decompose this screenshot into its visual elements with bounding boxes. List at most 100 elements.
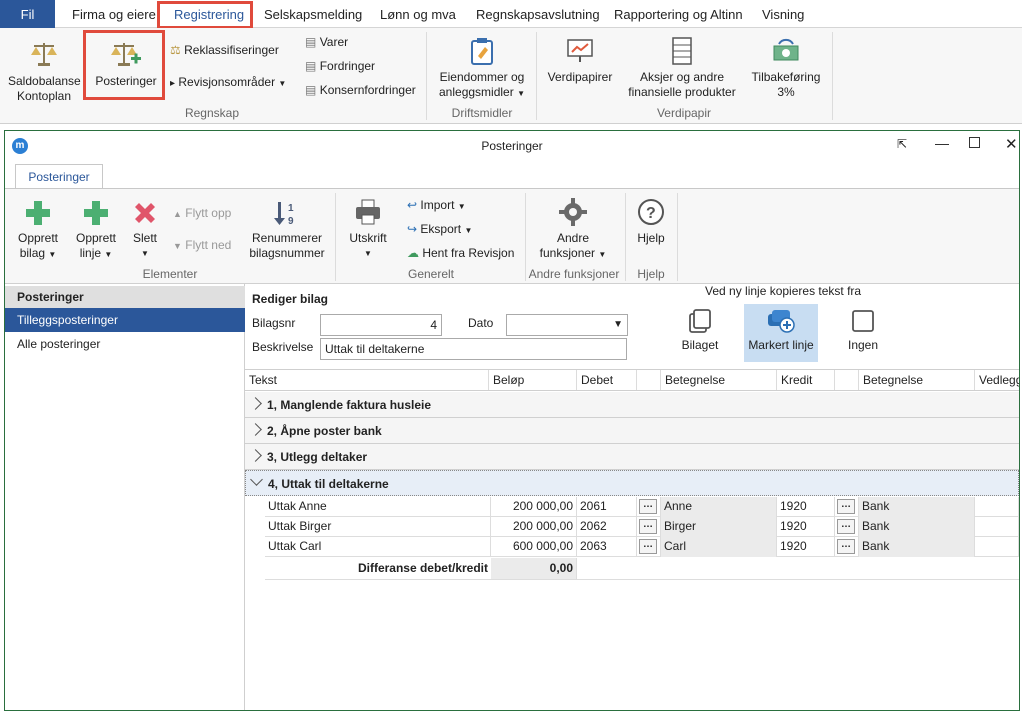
pin-icon[interactable]: ⇱ (897, 137, 907, 151)
utskrift-button[interactable]: Utskrift ▼ (343, 197, 393, 261)
chevron-down-icon[interactable] (250, 473, 263, 486)
nav-item-alle-posteringer[interactable]: Alle posteringer (5, 332, 245, 356)
tab-registrering[interactable]: Registrering (174, 0, 244, 28)
debet-betegnelse-cell[interactable]: Birger (661, 517, 777, 537)
ellipsis-icon[interactable]: … (639, 539, 657, 554)
bilagsnr-input[interactable]: 4 (320, 314, 442, 336)
kredit-lookup-cell[interactable]: … (835, 537, 859, 557)
empty-square-icon (852, 310, 874, 332)
ellipsis-icon[interactable]: … (639, 519, 657, 534)
tab-visning[interactable]: Visning (762, 0, 804, 28)
column-header-debet-betegnelse[interactable]: Betegnelse (661, 370, 777, 390)
ellipsis-icon[interactable]: … (837, 539, 855, 554)
flytt-ned-button[interactable]: ▼ Flytt ned (173, 237, 231, 254)
konsernfordringer-button[interactable]: ▤ Konsernfordringer (305, 82, 416, 98)
column-header-debet[interactable]: Debet (577, 370, 637, 390)
chevron-right-icon[interactable] (249, 449, 262, 462)
ellipsis-icon[interactable]: … (837, 499, 855, 514)
varer-button[interactable]: ▤ Varer (305, 34, 348, 50)
eiendommer-button[interactable]: Eiendommer og anleggsmidler ▼ (432, 36, 532, 101)
andre-funksjoner-button[interactable]: Andre funksjoner ▼ (535, 197, 611, 262)
column-header-vedlegg[interactable]: Vedlegg (975, 370, 1019, 390)
debet-cell[interactable]: 2062 (577, 517, 637, 537)
tab-firma-og-eiere[interactable]: Firma og eiere (72, 0, 156, 28)
ellipsis-icon[interactable]: … (639, 499, 657, 514)
saldobalanse-button[interactable]: Saldobalanse Kontoplan (8, 38, 81, 104)
kredit-lookup-cell[interactable]: … (835, 517, 859, 537)
opprett-bilag-button[interactable]: Opprett bilag ▼ (11, 199, 65, 262)
tab-rapportering-og-altinn[interactable]: Rapportering og Altinn (614, 0, 743, 28)
posteringer-button[interactable]: Posteringer (90, 38, 162, 89)
kredit-lookup-cell[interactable]: … (835, 497, 859, 517)
tab-selskapsmelding[interactable]: Selskapsmelding (264, 0, 362, 28)
group-row[interactable]: 1, Manglende faktura husleie (245, 392, 1019, 418)
import-button[interactable]: ↩ Import ▼ (407, 197, 466, 215)
kredit-cell[interactable]: 1920 (777, 537, 835, 557)
arrow-up-icon: ▲ (173, 209, 182, 219)
tab-regnskapsavslutning[interactable]: Regnskapsavslutning (476, 0, 600, 28)
copy-option-bilaget[interactable]: Bilaget (676, 304, 724, 362)
hent-fra-revisjon-button[interactable]: ☁ Hent fra Revisjon (407, 245, 514, 261)
maximize-icon[interactable] (969, 137, 980, 148)
ellipsis-icon[interactable]: … (837, 519, 855, 534)
vedlegg-cell[interactable] (975, 517, 1019, 537)
opprett-linje-button[interactable]: Opprett linje ▼ (69, 199, 123, 262)
kredit-cell[interactable]: 1920 (777, 497, 835, 517)
revisjonsomrader-button[interactable]: ▸ Revisjonsområder ▼ (170, 74, 286, 92)
nav-item-tilleggsposteringer[interactable]: Tilleggsposteringer (5, 308, 245, 332)
column-header-kredit-lookup (835, 370, 859, 390)
tekst-cell[interactable]: Uttak Carl (265, 537, 491, 557)
dropdown-arrow-icon: ▼ (598, 250, 607, 259)
belop-cell[interactable]: 600 000,00 (491, 537, 577, 557)
slett-button[interactable]: Slett ▼ (127, 199, 163, 261)
kredit-betegnelse-cell[interactable]: Bank (859, 537, 975, 557)
close-icon[interactable]: ✕ (1005, 135, 1018, 153)
group-row[interactable]: 2, Åpne poster bank (245, 418, 1019, 444)
column-header-belop[interactable]: Beløp (489, 370, 577, 390)
tekst-cell[interactable]: Uttak Birger (265, 517, 491, 537)
hjelp-button[interactable]: ? Hjelp (631, 197, 671, 246)
debet-betegnelse-cell[interactable]: Anne (661, 497, 777, 517)
chevron-right-icon[interactable] (249, 423, 262, 436)
belop-cell[interactable]: 200 000,00 (491, 517, 577, 537)
tilbakeforing-button[interactable]: Tilbakeføring 3% (748, 36, 824, 100)
debet-lookup-cell[interactable]: … (637, 517, 661, 537)
minimize-icon[interactable]: — (935, 135, 949, 151)
belop-cell[interactable]: 200 000,00 (491, 497, 577, 517)
beskrivelse-input[interactable]: Uttak til deltakerne (320, 338, 627, 360)
debet-cell[interactable]: 2063 (577, 537, 637, 557)
chevron-right-icon[interactable] (249, 397, 262, 410)
column-header-kredit-betegnelse[interactable]: Betegnelse (859, 370, 975, 390)
table-row[interactable]: Uttak Anne 200 000,00 2061… Anne 1920… Bank (265, 497, 1019, 517)
fordringer-button[interactable]: ▤ Fordringer (305, 58, 375, 74)
dato-input[interactable]: ▼ (506, 314, 628, 336)
debet-lookup-cell[interactable]: … (637, 497, 661, 517)
kredit-betegnelse-cell[interactable]: Bank (859, 497, 975, 517)
group-row-expanded[interactable]: 4, Uttak til deltakerne (245, 470, 1019, 496)
tab-posteringer[interactable]: Posteringer (15, 164, 103, 189)
kredit-betegnelse-cell[interactable]: Bank (859, 517, 975, 537)
copy-option-ingen[interactable]: Ingen (840, 304, 886, 362)
tekst-cell[interactable]: Uttak Anne (265, 497, 491, 517)
verdipapirer-button[interactable]: Verdipapirer (544, 36, 616, 85)
group-row[interactable]: 3, Utlegg deltaker (245, 444, 1019, 470)
dropdown-arrow-icon[interactable]: ▼ (613, 315, 623, 335)
vedlegg-cell[interactable] (975, 497, 1019, 517)
debet-lookup-cell[interactable]: … (637, 537, 661, 557)
debet-betegnelse-cell[interactable]: Carl (661, 537, 777, 557)
file-tab[interactable]: Fil (0, 0, 55, 28)
copy-option-markert-linje[interactable]: Markert linje (744, 304, 818, 362)
tab-lonn-og-mva[interactable]: Lønn og mva (380, 0, 456, 28)
table-row[interactable]: Uttak Carl 600 000,00 2063… Carl 1920… Bank (265, 537, 1019, 557)
renummerer-button[interactable]: 19 Renummerer bilagsnummer (245, 199, 329, 261)
column-header-kredit[interactable]: Kredit (777, 370, 835, 390)
column-header-tekst[interactable]: Tekst (245, 370, 489, 390)
reklassifiseringer-button[interactable]: ⚖ Reklassifiseringer (170, 42, 279, 58)
aksjer-button[interactable]: Aksjer og andre finansielle produkter (624, 36, 740, 100)
table-row[interactable]: Uttak Birger 200 000,00 2062… Birger 1920… Ba… (265, 517, 1019, 537)
debet-cell[interactable]: 2061 (577, 497, 637, 517)
eksport-button[interactable]: ↪ Eksport ▼ (407, 221, 472, 239)
kredit-cell[interactable]: 1920 (777, 517, 835, 537)
vedlegg-cell[interactable] (975, 537, 1019, 557)
flytt-opp-button[interactable]: ▲ Flytt opp (173, 205, 231, 222)
